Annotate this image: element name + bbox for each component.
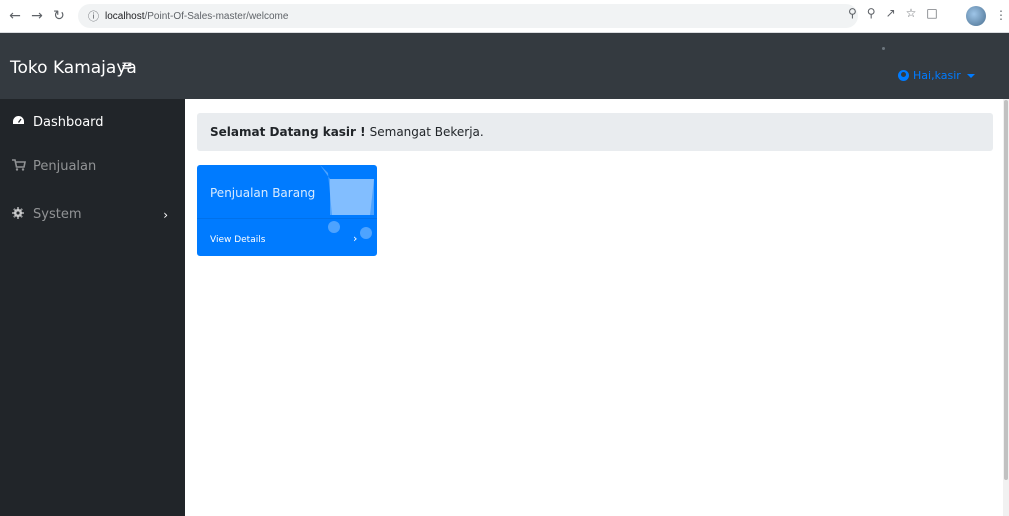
cart-icon (12, 159, 28, 174)
gear-icon (12, 207, 28, 222)
chevron-right-icon: › (163, 207, 168, 222)
back-icon[interactable]: ← (4, 5, 26, 27)
welcome-alert: Selamat Datang kasir ! Semangat Bekerja. (197, 113, 993, 151)
share-icon[interactable]: ↗ (886, 6, 896, 20)
navbar-dot (882, 47, 885, 50)
welcome-text: Semangat Bekerja. (369, 125, 484, 139)
info-icon[interactable]: ⓘ (88, 8, 99, 24)
side-panel-icon[interactable]: □ (926, 6, 937, 20)
welcome-bold: Selamat Datang kasir ! (210, 125, 366, 139)
sidebar-toggle-icon[interactable]: ≡ (121, 58, 133, 74)
key-icon[interactable]: ⚲ (848, 6, 857, 20)
sidebar: Dashboard Penjualan System › (0, 99, 185, 516)
user-label: Hai,kasir (913, 69, 961, 82)
user-dropdown[interactable]: Hai,kasir (898, 69, 975, 82)
brand-title[interactable]: Toko Kamajaya (10, 58, 137, 78)
caret-down-icon (966, 73, 975, 78)
sidebar-item-penjualan[interactable]: Penjualan (12, 159, 172, 174)
more-menu-icon[interactable]: ⋮ (995, 8, 1007, 22)
chevron-right-icon[interactable]: › (353, 232, 357, 245)
card-title: Penjualan Barang (210, 186, 316, 200)
address-bar[interactable]: ⓘ localhost/Point-Of-Sales-master/welcom… (78, 4, 858, 28)
bookmark-star-icon[interactable]: ☆ (906, 6, 917, 20)
sidebar-item-label: Dashboard (33, 115, 104, 130)
card-footer[interactable]: View Details › (197, 218, 377, 256)
tachometer-icon (12, 115, 28, 130)
url-path: /Point-Of-Sales-master/welcome (144, 10, 289, 22)
profile-avatar[interactable] (966, 6, 986, 26)
top-navbar: Toko Kamajaya ≡ Hai,kasir (0, 33, 1009, 99)
user-circle-icon (898, 70, 909, 81)
sidebar-item-system[interactable]: System › (12, 207, 172, 222)
sidebar-item-label: Penjualan (33, 159, 97, 174)
sidebar-item-label: System (33, 207, 82, 222)
browser-actions: ⚲ ⚲ ↗ ☆ □ (848, 6, 938, 20)
scrollbar-thumb[interactable] (1004, 100, 1008, 480)
sidebar-item-dashboard[interactable]: Dashboard (12, 115, 172, 130)
view-details-link[interactable]: View Details (210, 235, 265, 245)
penjualan-card: Penjualan Barang View Details › (197, 165, 377, 256)
zoom-icon[interactable]: ⚲ (867, 6, 876, 20)
reload-icon[interactable]: ↻ (48, 5, 70, 27)
url-host: localhost (105, 10, 145, 22)
forward-icon[interactable]: → (26, 5, 48, 27)
